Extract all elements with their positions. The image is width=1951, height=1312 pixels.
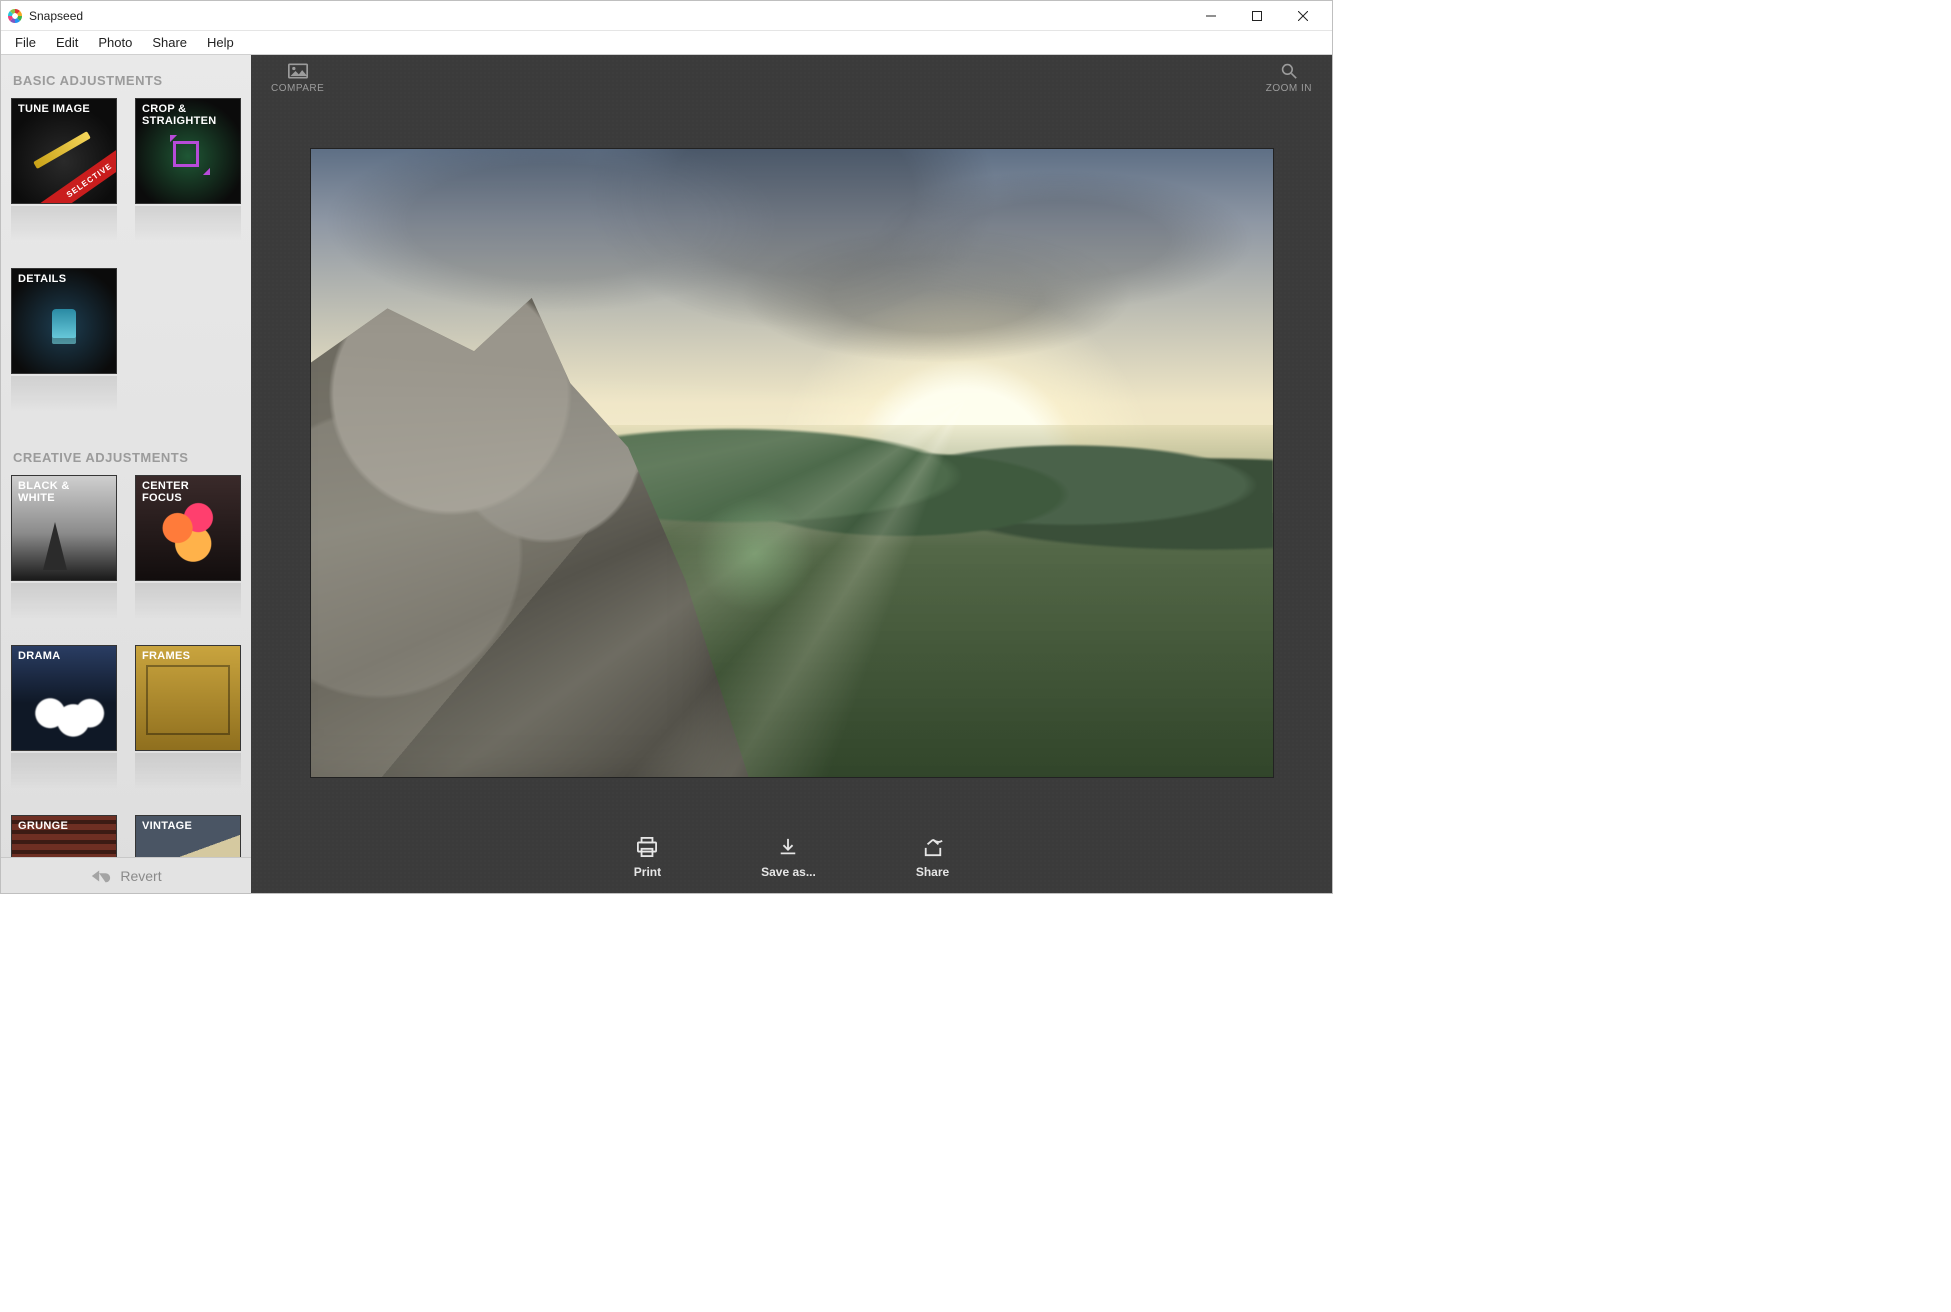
basic-adjustments-heading: BASIC ADJUSTMENTS xyxy=(13,73,241,88)
print-label: Print xyxy=(634,865,661,879)
photo-canvas[interactable] xyxy=(311,149,1273,777)
window-close-button[interactable] xyxy=(1280,1,1326,31)
tile-center-focus[interactable]: CENTER FOCUS xyxy=(135,475,241,621)
tile-label: CROP & STRAIGHTEN xyxy=(142,103,220,127)
save-label: Save as... xyxy=(761,865,816,879)
tile-label: DRAMA xyxy=(18,650,96,662)
tile-label: DETAILS xyxy=(18,273,96,285)
compare-button[interactable]: COMPARE xyxy=(265,61,330,96)
window-minimize-button[interactable] xyxy=(1188,1,1234,31)
tile-drama[interactable]: DRAMA xyxy=(11,645,117,791)
menu-help[interactable]: Help xyxy=(197,32,244,53)
menu-bar: File Edit Photo Share Help xyxy=(1,31,1332,55)
menu-edit[interactable]: Edit xyxy=(46,32,88,53)
download-icon xyxy=(777,837,799,857)
tile-label: CENTER FOCUS xyxy=(142,480,220,504)
tile-grunge[interactable]: GRUNGE xyxy=(11,815,117,857)
tile-vintage[interactable]: VINTAGE xyxy=(135,815,241,857)
zoom-in-button[interactable]: ZOOM IN xyxy=(1260,61,1318,96)
tile-label: TUNE IMAGE xyxy=(18,103,96,115)
tile-label: GRUNGE xyxy=(18,820,96,832)
zoom-label: ZOOM IN xyxy=(1266,83,1312,94)
tile-label: BLACK & WHITE xyxy=(18,480,96,504)
share-icon xyxy=(922,837,944,857)
compare-label: COMPARE xyxy=(271,83,324,94)
menu-file[interactable]: File xyxy=(5,32,46,53)
share-label: Share xyxy=(916,865,949,879)
adjustments-panel: BASIC ADJUSTMENTS TUNE IMAGE SELECTIVE C… xyxy=(1,55,251,893)
tile-details[interactable]: DETAILS xyxy=(11,268,117,414)
share-button[interactable]: Share xyxy=(916,837,949,879)
magnifier-icon xyxy=(1279,63,1299,79)
window-title: Snapseed xyxy=(29,9,83,23)
window-titlebar: Snapseed xyxy=(1,1,1332,31)
tile-black-white[interactable]: BLACK & WHITE xyxy=(11,475,117,621)
tile-label: VINTAGE xyxy=(142,820,220,832)
revert-icon xyxy=(90,868,112,884)
tile-tune-image[interactable]: TUNE IMAGE SELECTIVE xyxy=(11,98,117,244)
image-icon xyxy=(288,63,308,79)
print-button[interactable]: Print xyxy=(634,837,661,879)
menu-photo[interactable]: Photo xyxy=(88,32,142,53)
save-as-button[interactable]: Save as... xyxy=(761,837,816,879)
creative-adjustments-heading: CREATIVE ADJUSTMENTS xyxy=(13,450,241,465)
window-maximize-button[interactable] xyxy=(1234,1,1280,31)
print-icon xyxy=(636,837,658,857)
editor-stage: COMPARE ZOOM IN Print xyxy=(251,55,1332,893)
tile-label: FRAMES xyxy=(142,650,220,662)
menu-share[interactable]: Share xyxy=(142,32,197,53)
revert-button[interactable]: Revert xyxy=(1,857,251,893)
revert-label: Revert xyxy=(120,868,161,884)
app-logo-icon xyxy=(7,8,23,24)
tile-frames[interactable]: FRAMES xyxy=(135,645,241,791)
crop-icon xyxy=(173,141,199,167)
tile-crop-straighten[interactable]: CROP & STRAIGHTEN xyxy=(135,98,241,244)
